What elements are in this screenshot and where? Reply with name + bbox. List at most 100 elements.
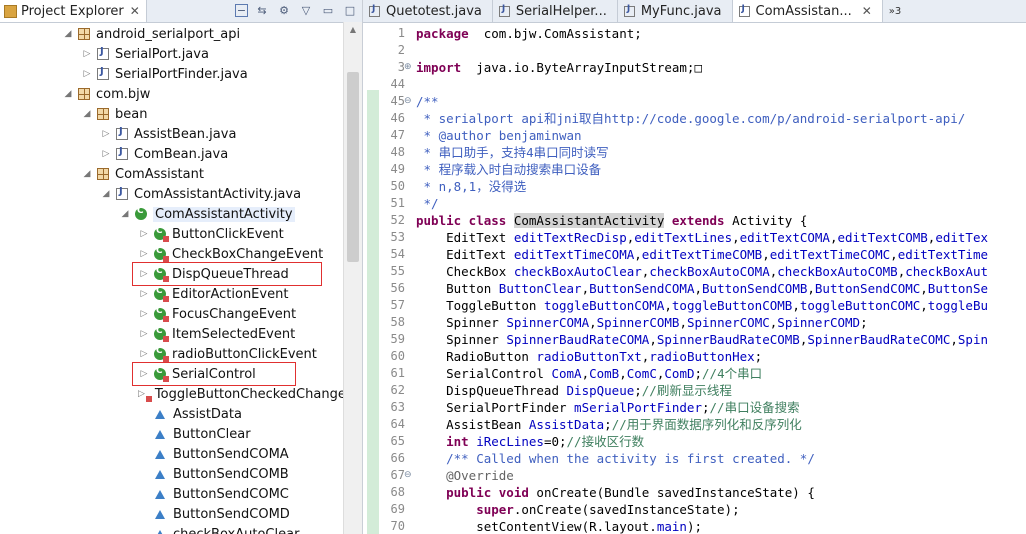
code-area[interactable]: 1 package com.bjw.ComAssistant; 2 3 ⊕ import …	[363, 23, 1026, 534]
code-line[interactable]: * 串口助手，支持4串口同时读写	[416, 144, 609, 161]
tree-item[interactable]: checkBoxAutoClear	[0, 524, 344, 534]
code-token: extends	[664, 213, 725, 228]
code-token: editTextTimeCOMC	[769, 247, 891, 262]
close-tab-icon[interactable]: ✕	[862, 4, 872, 18]
link-with-editor-icon[interactable]: ⇆	[254, 2, 270, 18]
code-line[interactable]: * n,8,1，没得选	[416, 178, 527, 195]
tree-item[interactable]: ▷ AssistBean.java	[0, 124, 344, 144]
code-token: ToggleButton	[416, 298, 544, 313]
tree-item[interactable]: AssistData	[0, 404, 344, 424]
editor-tab[interactable]: SerialHelper...	[493, 0, 618, 22]
code-line[interactable]: setContentView(R.layout.main);	[416, 518, 702, 534]
collapsed-arrow-icon[interactable]: ▷	[81, 69, 93, 79]
code-line[interactable]: public void onCreate(Bundle savedInstanc…	[416, 484, 815, 501]
collapsed-arrow-icon[interactable]: ▷	[138, 329, 150, 339]
tree-item[interactable]: ◢ ComAssistantActivity.java	[0, 184, 344, 204]
collapsed-arrow-icon[interactable]: ▷	[138, 389, 145, 399]
code-line[interactable]: @Override	[416, 467, 514, 484]
tree-item[interactable]: ButtonSendCOMB	[0, 464, 344, 484]
code-line[interactable]: Spinner SpinnerBaudRateCOMA,SpinnerBaudR…	[416, 331, 988, 348]
code-line[interactable]: * @author benjaminwan	[416, 127, 582, 144]
tree-item[interactable]: ▷ CheckBoxChangeEvent	[0, 244, 344, 264]
collapsed-arrow-icon[interactable]: ▷	[81, 49, 93, 59]
code-line[interactable]: SerialPortFinder mSerialPortFinder;//串口设…	[416, 399, 800, 416]
tab-overflow-button[interactable]: »3	[883, 0, 907, 22]
explorer-scrollbar[interactable]: ▲	[343, 22, 362, 534]
expanded-arrow-icon[interactable]: ◢	[62, 29, 74, 39]
tree-item[interactable]: ▷ ComBean.java	[0, 144, 344, 164]
collapsed-arrow-icon[interactable]: ▷	[138, 229, 150, 239]
collapsed-arrow-icon[interactable]: ▷	[100, 149, 112, 159]
minimize-icon[interactable]: ▭	[320, 2, 336, 18]
java-file-icon	[498, 4, 510, 17]
tree-item[interactable]: ◢ ComAssistant	[0, 164, 344, 184]
maximize-icon[interactable]: □	[342, 2, 358, 18]
tree-item[interactable]: ◢ com.bjw	[0, 84, 344, 104]
code-token: AssistBean	[416, 417, 529, 432]
code-line[interactable]: Spinner SpinnerCOMA,SpinnerCOMB,SpinnerC…	[416, 314, 868, 331]
tree-item[interactable]: ▷ ButtonClickEvent	[0, 224, 344, 244]
tree-item[interactable]: ▷ ToggleButtonCheckedChange	[0, 384, 346, 404]
tree-item[interactable]: ◢ ComAssistantActivity	[0, 204, 344, 224]
fold-collapse-icon[interactable]: ⊖	[404, 467, 412, 484]
tree-item[interactable]: ▷ EditorActionEvent	[0, 284, 344, 304]
expanded-arrow-icon[interactable]: ◢	[62, 89, 74, 99]
code-line[interactable]: DispQueueThread DispQueue;//刷新显示线程	[416, 382, 732, 399]
tab-project-explorer[interactable]: Project Explorer ✕	[0, 0, 147, 22]
tree-item[interactable]: ▷ SerialPort.java	[0, 44, 344, 64]
code-line[interactable]: AssistBean AssistData;//用于界面数据序列化和反序列化	[416, 416, 802, 433]
fold-collapse-icon[interactable]: ⊖	[404, 93, 412, 110]
filter-icon[interactable]: ⚙	[276, 2, 292, 18]
code-token: ,	[762, 247, 770, 262]
tree-item[interactable]: ButtonClear	[0, 424, 344, 444]
tree-item[interactable]: ▷ radioButtonClickEvent	[0, 344, 344, 364]
editor-tab[interactable]: MyFunc.java	[618, 0, 733, 22]
code-line[interactable]: Button ButtonClear,ButtonSendCOMA,Button…	[416, 280, 988, 297]
collapse-all-icon[interactable]: −	[235, 3, 248, 17]
code-line[interactable]: EditText editTextTimeCOMA,editTextTimeCO…	[416, 246, 988, 263]
code-line[interactable]: package com.bjw.ComAssistant;	[416, 25, 642, 42]
editor-tab[interactable]: ComAssistan... ✕	[732, 0, 883, 22]
expanded-arrow-icon[interactable]: ◢	[119, 209, 131, 219]
highlight-box	[132, 362, 296, 386]
code-line[interactable]: int iRecLines=0;//接收区行数	[416, 433, 644, 450]
code-line[interactable]: * serialport api和jni取自http://code.google…	[416, 110, 966, 127]
code-line[interactable]: CheckBox checkBoxAutoClear,checkBoxAutoC…	[416, 263, 988, 280]
code-token: ;	[604, 417, 612, 432]
tree-item[interactable]: ▷ ItemSelectedEvent	[0, 324, 344, 344]
tree-item[interactable]: ButtonSendCOMD	[0, 504, 344, 524]
code-line[interactable]: EditText editTextRecDisp,editTextLines,e…	[416, 229, 988, 246]
code-line[interactable]: ToggleButton toggleButtonCOMA,toggleButt…	[416, 297, 988, 314]
code-line[interactable]: /** Called when the activity is first cr…	[416, 450, 815, 467]
collapsed-arrow-icon[interactable]: ▷	[138, 249, 150, 259]
code-line[interactable]: RadioButton radioButtonTxt,radioButtonHe…	[416, 348, 762, 365]
code-token: */	[416, 196, 439, 211]
collapsed-arrow-icon[interactable]: ▷	[138, 289, 150, 299]
expanded-arrow-icon[interactable]: ◢	[100, 189, 112, 199]
tree-item[interactable]: ButtonSendCOMA	[0, 444, 344, 464]
editor-tab[interactable]: Quetotest.java	[363, 0, 493, 22]
code-line[interactable]: import java.io.ByteArrayInputStream;□	[416, 59, 702, 76]
expanded-arrow-icon[interactable]: ◢	[81, 109, 93, 119]
code-token: 串口设备搜索	[724, 400, 800, 415]
collapsed-arrow-icon[interactable]: ▷	[138, 309, 150, 319]
scrollbar-thumb[interactable]	[347, 72, 359, 262]
code-line[interactable]: /**	[416, 93, 439, 110]
code-line[interactable]: SerialControl ComA,ComB,ComC,ComD;//4个串口	[416, 365, 762, 382]
tree-item[interactable]: ▷ FocusChangeEvent	[0, 304, 344, 324]
tree-item[interactable]: ◢ android_serialport_api	[0, 24, 344, 44]
close-icon[interactable]: ✕	[130, 4, 140, 18]
tree-item[interactable]: ButtonSendCOMC	[0, 484, 344, 504]
code-line[interactable]: * 程序载入时自动搜索串口设备	[416, 161, 602, 178]
collapsed-arrow-icon[interactable]: ▷	[100, 129, 112, 139]
expanded-arrow-icon[interactable]: ◢	[81, 169, 93, 179]
collapsed-arrow-icon[interactable]: ▷	[138, 349, 150, 359]
fold-expand-icon[interactable]: ⊕	[404, 59, 412, 76]
tree-item[interactable]: ◢ bean	[0, 104, 344, 124]
code-line[interactable]: super.onCreate(savedInstanceState);	[416, 501, 739, 518]
scroll-up-icon[interactable]: ▲	[344, 22, 362, 38]
tree-item[interactable]: ▷ SerialPortFinder.java	[0, 64, 344, 84]
code-line[interactable]: public class ComAssistantActivity extend…	[416, 212, 807, 229]
code-line[interactable]: */	[416, 195, 439, 212]
view-menu-icon[interactable]: ▽	[298, 2, 314, 18]
